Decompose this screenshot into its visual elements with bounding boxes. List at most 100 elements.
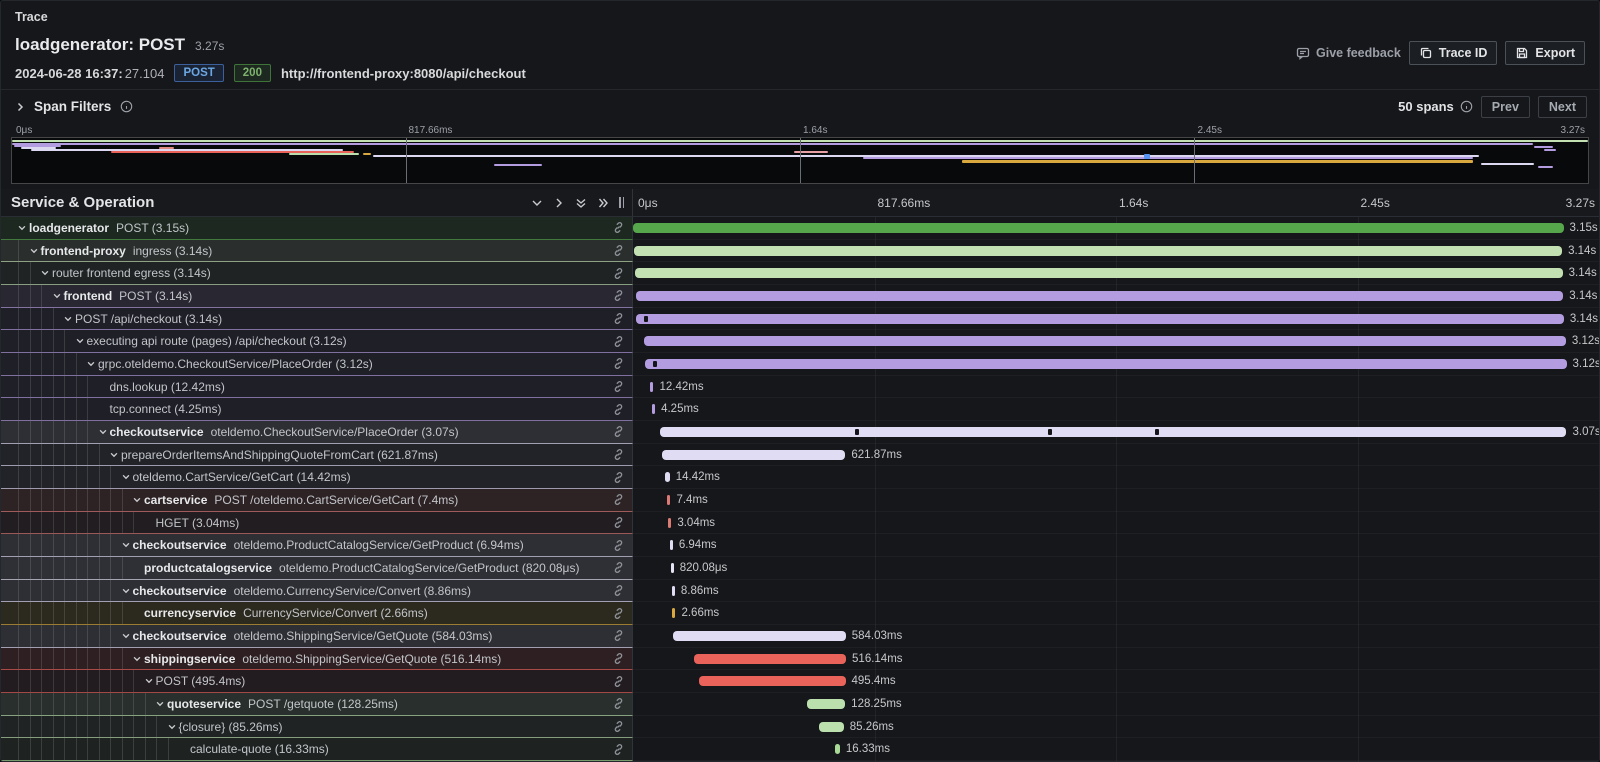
span-bar[interactable] [645,359,1567,369]
span-link-icon[interactable] [612,652,625,665]
table-row[interactable]: dns.lookup (12.42ms) 12.42ms [1,376,1599,399]
span-link-icon[interactable] [612,403,625,416]
span-name-cell[interactable]: checkoutservice oteldemo.CurrencyService… [1,580,633,603]
span-link-icon[interactable] [612,221,625,234]
span-bar-cell[interactable]: 3.14s [633,240,1599,263]
table-row[interactable]: checkoutservice oteldemo.CheckoutService… [1,421,1599,444]
span-bar-cell[interactable]: 12.42ms [633,376,1599,399]
trace-minimap[interactable]: 0μs817.66ms1.64s2.45s3.27s [1,123,1599,187]
table-row[interactable]: checkoutservice oteldemo.ProductCatalogS… [1,534,1599,557]
chevron-down-icon[interactable] [38,268,52,278]
table-row[interactable]: prepareOrderItemsAndShippingQuoteFromCar… [1,444,1599,467]
span-bar[interactable] [636,291,1564,301]
chevron-down-icon[interactable] [119,586,133,596]
span-bar[interactable] [633,223,1564,233]
span-name-cell[interactable]: frontend-proxy ingress (3.14s) [1,240,633,263]
span-name-cell[interactable]: currencyservice CurrencyService/Convert … [1,602,633,625]
chevron-down-icon[interactable] [130,654,144,664]
span-bar[interactable] [634,246,1562,256]
span-name-cell[interactable]: calculate-quote (16.33ms) [1,738,633,761]
span-bar-cell[interactable]: 621.87ms [633,444,1599,467]
span-link-icon[interactable] [612,425,625,438]
chevron-down-icon[interactable] [27,246,41,256]
table-row[interactable]: tcp.connect (4.25ms) 4.25ms [1,398,1599,421]
span-bar-cell[interactable]: 2.66ms [633,602,1599,625]
span-bar-cell[interactable]: 3.14s [633,262,1599,285]
table-row[interactable]: frontend POST (3.14s) 3.14s [1,285,1599,308]
span-bar-cell[interactable]: 3.15s [633,217,1599,240]
table-row[interactable]: calculate-quote (16.33ms) 16.33ms [1,738,1599,761]
span-name-cell[interactable]: checkoutservice oteldemo.CheckoutService… [1,421,633,444]
span-bar-cell[interactable]: 3.12s [633,353,1599,376]
span-bar-cell[interactable]: 516.14ms [633,648,1599,671]
span-name-cell[interactable]: HGET (3.04ms) [1,512,633,535]
table-row[interactable]: cartservice POST /oteldemo.CartService/G… [1,489,1599,512]
minimap-canvas[interactable] [11,137,1589,184]
collapse-all-icon[interactable] [575,197,587,209]
chevron-down-icon[interactable] [96,427,110,437]
span-bar-cell[interactable]: 820.08μs [633,557,1599,580]
span-link-icon[interactable] [612,289,625,302]
span-bar-cell[interactable]: 7.4ms [633,489,1599,512]
span-name-cell[interactable]: {closure} (85.26ms) [1,716,633,739]
chevron-down-icon[interactable] [15,223,29,233]
span-name-cell[interactable]: cartservice POST /oteldemo.CartService/G… [1,489,633,512]
table-row[interactable]: productcatalogservice oteldemo.ProductCa… [1,557,1599,580]
span-name-cell[interactable]: dns.lookup (12.42ms) [1,376,633,399]
span-name-cell[interactable]: oteldemo.CartService/GetCart (14.42ms) [1,466,633,489]
span-bar-cell[interactable]: 3.14s [633,308,1599,331]
span-link-icon[interactable] [612,675,625,688]
span-name-cell[interactable]: checkoutservice oteldemo.ProductCatalogS… [1,534,633,557]
span-name-cell[interactable]: executing api route (pages) /api/checkou… [1,330,633,353]
span-name-cell[interactable]: prepareOrderItemsAndShippingQuoteFromCar… [1,444,633,467]
table-row[interactable]: quoteservice POST /getquote (128.25ms) 1… [1,693,1599,716]
table-row[interactable]: router frontend egress (3.14s) 3.14s [1,262,1599,285]
span-link-icon[interactable] [612,335,625,348]
chevron-down-icon[interactable] [73,336,87,346]
table-row[interactable]: oteldemo.CartService/GetCart (14.42ms) 1… [1,466,1599,489]
table-row[interactable]: checkoutservice oteldemo.ShippingService… [1,625,1599,648]
span-name-cell[interactable]: tcp.connect (4.25ms) [1,398,633,421]
span-bar[interactable] [807,699,845,709]
span-bar[interactable] [635,268,1563,278]
span-link-icon[interactable] [612,244,625,257]
span-link-icon[interactable] [612,312,625,325]
span-bar-cell[interactable]: 128.25ms [633,693,1599,716]
chevron-down-icon[interactable] [50,291,64,301]
chevron-down-icon[interactable] [84,359,98,369]
span-link-icon[interactable] [612,380,625,393]
expand-one-icon[interactable] [553,197,565,209]
collapse-one-icon[interactable] [531,197,543,209]
span-name-cell[interactable]: loadgenerator POST (3.15s) [1,217,633,240]
span-link-icon[interactable] [612,516,625,529]
table-row[interactable]: frontend-proxy ingress (3.14s) 3.14s [1,240,1599,263]
span-name-cell[interactable]: checkoutservice oteldemo.ShippingService… [1,625,633,648]
span-bar-cell[interactable]: 3.07s [633,421,1599,444]
table-row[interactable]: POST (495.4ms) 495.4ms [1,670,1599,693]
expand-all-icon[interactable] [597,197,609,209]
table-row[interactable]: {closure} (85.26ms) 85.26ms [1,716,1599,739]
span-link-icon[interactable] [612,697,625,710]
span-bar[interactable] [694,654,846,664]
span-link-icon[interactable] [612,607,625,620]
span-bar[interactable] [819,722,844,732]
table-row[interactable]: executing api route (pages) /api/checkou… [1,330,1599,353]
give-feedback-button[interactable]: Give feedback [1296,41,1401,65]
span-bar-cell[interactable]: 3.04ms [633,512,1599,535]
trace-id-button[interactable]: Trace ID [1409,41,1498,65]
table-row[interactable]: shippingservice oteldemo.ShippingService… [1,648,1599,671]
table-row[interactable]: checkoutservice oteldemo.CurrencyService… [1,580,1599,603]
span-bar[interactable] [673,631,846,641]
span-name-cell[interactable]: shippingservice oteldemo.ShippingService… [1,648,633,671]
chevron-down-icon[interactable] [119,540,133,550]
span-bar-cell[interactable]: 8.86ms [633,580,1599,603]
span-link-icon[interactable] [612,720,625,733]
table-row[interactable]: grpc.oteldemo.CheckoutService/PlaceOrder… [1,353,1599,376]
chevron-down-icon[interactable] [61,314,75,324]
chevron-down-icon[interactable] [165,722,179,732]
span-bar[interactable] [660,427,1567,437]
span-bar-cell[interactable]: 14.42ms [633,466,1599,489]
span-link-icon[interactable] [612,561,625,574]
export-button[interactable]: Export [1505,41,1585,65]
span-link-icon[interactable] [612,448,625,461]
